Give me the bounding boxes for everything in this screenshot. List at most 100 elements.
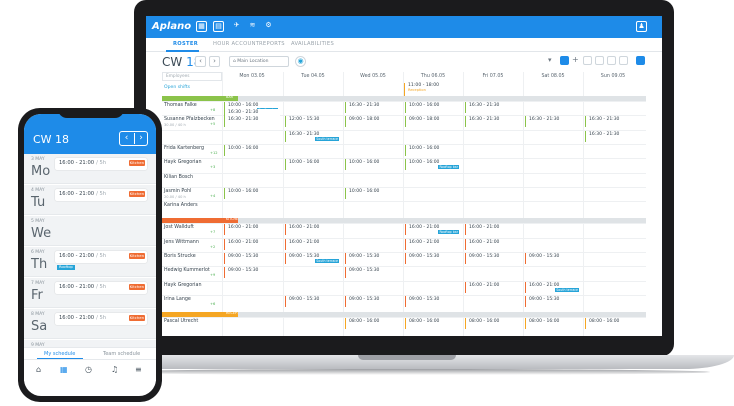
shift-card[interactable]: 16:00 - 21:00 (285, 224, 341, 236)
day-header[interactable]: Thu 06.05 (403, 72, 463, 81)
shift-card[interactable]: 08:00 - 16:00 (525, 318, 581, 330)
day-header[interactable]: Sun 09.05 (583, 72, 643, 81)
phone-shift-card[interactable]: 16:00 - 21:00/ 5h Kitchen (55, 189, 147, 201)
employee-name[interactable]: Boris Strucke (164, 254, 196, 259)
view-month-button[interactable] (607, 56, 616, 65)
day-header[interactable]: Sat 08.05 (523, 72, 583, 81)
list-view-button[interactable] (560, 56, 569, 65)
phone-shift-card[interactable]: 16:00 - 21:00/ 5h Kitchen (55, 251, 147, 263)
shift-card[interactable]: 16:30 - 21:30 (224, 116, 280, 128)
add-icon[interactable]: + (572, 56, 581, 65)
shift-card[interactable]: 16:30 - 21:30 South terrace (285, 130, 341, 142)
shift-card[interactable]: 12:00 - 15:30 (285, 116, 341, 128)
shift-card[interactable]: 16:00 - 21:00 (224, 224, 280, 236)
view-day-button[interactable] (583, 56, 592, 65)
employee-name[interactable]: Jasmin Pohl (164, 189, 191, 194)
shift-card[interactable]: 16:00 - 21:00 (465, 224, 521, 236)
employee-name[interactable]: Hayk Gregorian (164, 283, 202, 288)
open-shift-card[interactable]: 11:00 - 18:00 Reception (404, 83, 462, 97)
tab-roster[interactable]: ROSTER (173, 41, 198, 47)
filter-icon[interactable]: ▾ (548, 56, 557, 65)
employee-name[interactable]: Irina Lange (164, 297, 191, 302)
phone-shift-card[interactable]: 16:00 - 21:00/ 5h Kitchen (55, 158, 147, 170)
shift-card[interactable]: 10:00 - 16:00 (405, 102, 461, 113)
shift-card[interactable]: 08:00 - 16:00 (585, 318, 641, 330)
plane-icon[interactable]: ✈ (231, 21, 242, 32)
phone-shift-card[interactable]: 16:00 - 21:00/ 5h Kitchen (55, 282, 147, 294)
employee-name[interactable]: Thomas Falke (164, 103, 197, 108)
chart-icon[interactable]: ▤ (213, 21, 224, 32)
employee-name[interactable]: Jens Wittmann (164, 240, 199, 245)
bell-icon[interactable]: ♫ (111, 365, 118, 374)
shift-card[interactable]: 08:00 - 16:00 (405, 318, 461, 330)
employee-name[interactable]: Hayk Gregorian (164, 160, 202, 165)
eye-icon[interactable]: ◉ (295, 56, 306, 67)
shift-card[interactable]: 10:00 - 16:00 (224, 187, 280, 199)
shift-card[interactable]: 10:00 - 16:00Rooftop bar (405, 159, 461, 171)
wifi-icon[interactable]: ≋ (247, 21, 258, 32)
user-icon[interactable]: ♟ (636, 21, 647, 32)
shift-card[interactable]: 16:30 - 21:30 (465, 102, 521, 113)
shift-card[interactable]: 16:00 - 21:00 (465, 238, 521, 250)
shift-card[interactable]: 09:00 - 15:30 (345, 253, 401, 264)
clock-icon[interactable]: ◷ (85, 365, 92, 374)
shift-card[interactable]: 09:00 - 15:30 (224, 267, 280, 279)
print-button[interactable] (619, 56, 628, 65)
tab-my-schedule[interactable]: My schedule (44, 351, 75, 357)
shift-card[interactable]: 16:00 - 21:00 (285, 238, 341, 250)
next-week-button[interactable]: › (209, 56, 220, 67)
location-select[interactable]: ⌂ Main Location (229, 56, 289, 67)
tab-availabilities[interactable]: AVAILABILITIES (291, 41, 334, 47)
phone-prev-week-button[interactable]: ‹ (120, 133, 133, 144)
home-icon[interactable]: ⌂ (36, 365, 41, 374)
tab-team-schedule[interactable]: Team schedule (103, 351, 140, 357)
employee-name[interactable]: Kilian Bosch (164, 175, 193, 180)
shift-card[interactable]: 16:30 - 21:30 (345, 102, 401, 113)
gear-icon[interactable]: ⚙ (263, 21, 274, 32)
shift-card[interactable]: 10:00 - 16:00 (285, 159, 341, 171)
employee-name[interactable]: Hedwig Kummerlot (164, 268, 210, 273)
view-week-button[interactable] (595, 56, 604, 65)
shift-card[interactable]: 09:00 - 15:30 South terrace (285, 253, 341, 264)
shift-card[interactable]: 10:00 - 16:00 (405, 144, 461, 156)
menu-icon[interactable]: ≡ (135, 365, 142, 374)
shift-card[interactable]: 16:30 - 21:30 (465, 116, 521, 128)
shift-card[interactable]: 09:00 - 18:00 (405, 116, 461, 128)
employee-name[interactable]: Frida Kartenberg (164, 146, 204, 151)
shift-card[interactable]: 16:00 - 21:00 (465, 281, 521, 293)
shift-card[interactable]: 09:00 - 18:00 (345, 116, 401, 128)
employee-name[interactable]: Pascal Utrecht (164, 319, 198, 324)
shift-card[interactable]: 09:00 - 15:30 (224, 253, 280, 264)
shift-card[interactable]: 09:00 - 15:30 (405, 295, 461, 307)
calendar-icon[interactable]: ▦ (196, 21, 207, 32)
shift-card[interactable]: 09:00 - 15:30 (525, 295, 581, 307)
shift-card[interactable]: 16:30 - 21:30 (585, 116, 641, 128)
shift-card[interactable]: 16:00 - 21:00 (224, 238, 280, 250)
employee-search-input[interactable]: Employees (162, 72, 222, 81)
shift-card[interactable]: 08:00 - 16:00 (345, 318, 401, 330)
day-header[interactable]: Wed 05.05 (343, 72, 403, 81)
shift-card[interactable]: 09:00 - 15:30 (345, 295, 401, 307)
shift-card[interactable]: 16:30 - 21:30 (585, 130, 641, 142)
shift-card[interactable]: 09:00 - 15:30 (285, 295, 341, 307)
shift-card[interactable]: 10:00 - 16:00 (345, 159, 401, 171)
employee-name[interactable]: Karina Anders (164, 203, 198, 208)
phone-next-week-button[interactable]: › (134, 133, 147, 144)
shift-card[interactable]: 09:00 - 15:30 (465, 253, 521, 264)
shift-card[interactable]: 09:00 - 15:30 (525, 253, 581, 264)
shift-card[interactable]: 16:00 - 21:00 South terrace (525, 281, 581, 293)
shift-card[interactable]: 08:00 - 16:00 (465, 318, 521, 330)
shift-card[interactable]: 10:00 - 16:00 (224, 144, 280, 156)
tab-hour-account[interactable]: HOUR ACCOUNT (213, 41, 259, 47)
shift-card[interactable]: 16:30 - 21:30 (525, 116, 581, 128)
day-header[interactable]: Tue 04.05 (283, 72, 343, 81)
tab-reports[interactable]: REPORTS (259, 41, 285, 47)
shift-card[interactable]: 16:00 - 21:00 Rooftop bar (405, 224, 461, 236)
day-header[interactable]: Mon 03.05 (222, 72, 282, 81)
phone-shift-card[interactable]: 16:00 - 21:00/ 5h Kitchen (55, 313, 147, 325)
prev-week-button[interactable]: ‹ (195, 56, 206, 67)
employee-name[interactable]: Susanne Pfalzbecken (164, 117, 215, 122)
shift-card[interactable]: 09:00 - 15:30 (405, 253, 461, 264)
calendar-icon[interactable]: ▦ (60, 365, 68, 374)
day-header[interactable]: Fri 07.05 (463, 72, 523, 81)
